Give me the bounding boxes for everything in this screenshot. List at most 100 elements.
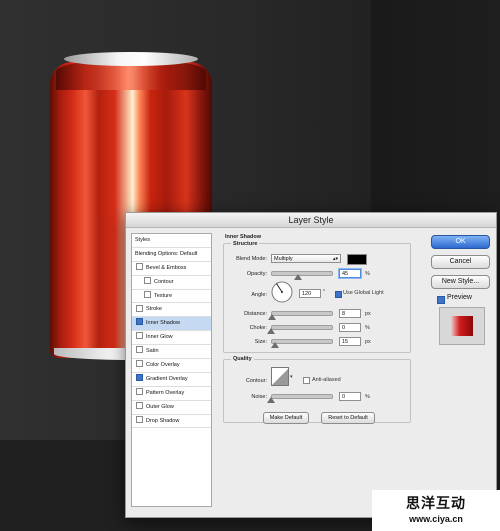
style-checkbox[interactable] — [136, 360, 143, 368]
global-light-checkbox[interactable] — [335, 291, 342, 298]
style-item[interactable]: Pattern Overlay — [132, 387, 211, 401]
contour-picker[interactable]: ▾ — [271, 367, 293, 387]
make-default-button[interactable]: Make Default — [263, 412, 309, 424]
reset-to-default-button[interactable]: Reset to Default — [321, 412, 375, 424]
ok-button[interactable]: OK — [431, 235, 490, 249]
distance-input[interactable]: 8 — [339, 309, 361, 318]
style-item-label: Satin — [146, 348, 159, 355]
style-checkbox[interactable] — [136, 373, 143, 381]
style-checkbox[interactable] — [136, 401, 143, 409]
style-item[interactable]: Styles — [132, 234, 211, 248]
noise-slider-track[interactable] — [271, 394, 333, 399]
quality-group — [223, 359, 411, 423]
style-item-label: Gradient Overlay — [146, 375, 188, 382]
style-item[interactable]: Satin — [132, 345, 211, 360]
opacity-slider-thumb[interactable] — [294, 274, 302, 280]
shadow-color-swatch[interactable] — [347, 254, 367, 265]
style-item[interactable]: Inner Shadow — [132, 317, 211, 332]
opacity-unit: % — [365, 271, 370, 277]
style-checkbox[interactable] — [136, 415, 143, 423]
dialog-actions: OK Cancel New Style... Preview — [431, 233, 491, 353]
preview-swatch — [451, 316, 473, 336]
preview-label: Preview — [447, 294, 472, 301]
choke-slider-track[interactable] — [271, 325, 333, 330]
size-unit: px — [365, 339, 371, 345]
layer-style-dialog: Layer Style Styles Blending Options: Defa… — [125, 212, 497, 518]
style-item[interactable]: Blending Options: Default — [132, 248, 211, 262]
svg-text:▾: ▾ — [290, 374, 293, 380]
style-item-label: Blending Options: Default — [135, 250, 198, 257]
choke-unit: % — [365, 325, 370, 331]
styles-list: Styles Blending Options: Default Bevel & E… — [131, 233, 212, 507]
size-input[interactable]: 15 — [339, 337, 361, 346]
style-checkbox[interactable] — [136, 346, 143, 354]
choke-slider-thumb[interactable] — [267, 328, 275, 334]
style-item-label: Stroke — [146, 306, 162, 313]
blend-mode-select[interactable]: Multiply ▴▾ — [271, 254, 341, 263]
select-arrows-icon: ▴▾ — [332, 256, 338, 262]
quality-label: Quality — [231, 356, 254, 362]
size-slider-thumb[interactable] — [270, 342, 279, 348]
watermark-chinese: 思洋互动 — [406, 495, 466, 511]
preview-checkbox[interactable] — [437, 296, 445, 304]
angle-unit: ° — [323, 289, 326, 295]
style-checkbox[interactable] — [136, 332, 143, 340]
opacity-slider-track[interactable] — [271, 271, 333, 276]
noise-input[interactable]: 0 — [339, 392, 361, 401]
inner-shadow-settings: Inner Shadow Structure Blend Mode: Multi… — [219, 231, 415, 513]
size-label: Size: — [254, 339, 267, 345]
can-top-rim — [64, 52, 198, 66]
style-checkbox[interactable] — [144, 290, 151, 298]
style-item-label: Drop Shadow — [146, 417, 180, 424]
style-checkbox[interactable] — [144, 276, 151, 284]
style-item-label: Inner Shadow — [146, 320, 180, 327]
style-item[interactable]: Drop Shadow — [132, 415, 211, 429]
watermark: 思洋互动 www.ciya.cn — [372, 490, 500, 531]
style-checkbox[interactable] — [136, 262, 143, 270]
new-style-button[interactable]: New Style... — [431, 275, 490, 289]
style-checkbox[interactable] — [136, 387, 143, 395]
structure-label: Structure — [231, 241, 260, 247]
noise-unit: % — [365, 394, 370, 400]
angle-input[interactable]: 120 — [299, 289, 321, 298]
style-item[interactable]: Bevel & Emboss — [132, 262, 211, 276]
style-item-label: Bevel & Emboss — [146, 264, 187, 271]
distance-slider-thumb[interactable] — [268, 314, 277, 320]
distance-slider-track[interactable] — [271, 311, 333, 316]
watermark-url: www.ciya.cn — [409, 514, 463, 524]
blend-mode-label: Blend Mode: — [236, 256, 267, 262]
contour-label: Contour: — [245, 378, 267, 384]
style-item-label: Pattern Overlay — [146, 389, 185, 396]
cancel-button[interactable]: Cancel — [431, 255, 490, 269]
opacity-input[interactable]: 45 — [339, 269, 361, 278]
anti-aliased-checkbox[interactable] — [303, 377, 310, 384]
angle-label: Angle: — [251, 292, 267, 298]
noise-slider-thumb[interactable] — [267, 397, 275, 403]
noise-label: Noise: — [251, 394, 267, 400]
choke-input[interactable]: 0 — [339, 323, 361, 332]
style-item[interactable]: Inner Glow — [132, 331, 211, 346]
size-slider-track[interactable] — [271, 339, 333, 344]
preview-thumbnail — [439, 307, 485, 345]
section-heading: Inner Shadow — [225, 234, 262, 240]
style-item[interactable]: Gradient Overlay — [132, 373, 211, 387]
style-item[interactable]: Texture — [132, 290, 211, 304]
style-item-label: Color Overlay — [146, 362, 180, 369]
blend-mode-value: Multiply — [274, 256, 293, 262]
dialog-title: Layer Style — [126, 213, 496, 228]
style-item-label: Contour — [154, 278, 174, 285]
style-checkbox[interactable] — [136, 318, 143, 326]
global-light-label: Use Global Light — [343, 290, 384, 296]
style-item[interactable]: Color Overlay — [132, 359, 211, 373]
anti-aliased-label: Anti-aliased — [312, 377, 341, 383]
distance-unit: px — [365, 311, 371, 317]
style-item[interactable]: Stroke — [132, 303, 211, 318]
choke-label: Choke: — [249, 325, 267, 331]
style-item-label: Texture — [154, 292, 173, 299]
opacity-label: Opacity: — [246, 271, 267, 277]
angle-dial[interactable] — [271, 281, 293, 303]
style-item-label: Outer Glow — [146, 403, 174, 410]
style-checkbox[interactable] — [136, 304, 143, 312]
style-item[interactable]: Contour — [132, 276, 211, 290]
style-item[interactable]: Outer Glow — [132, 401, 211, 415]
